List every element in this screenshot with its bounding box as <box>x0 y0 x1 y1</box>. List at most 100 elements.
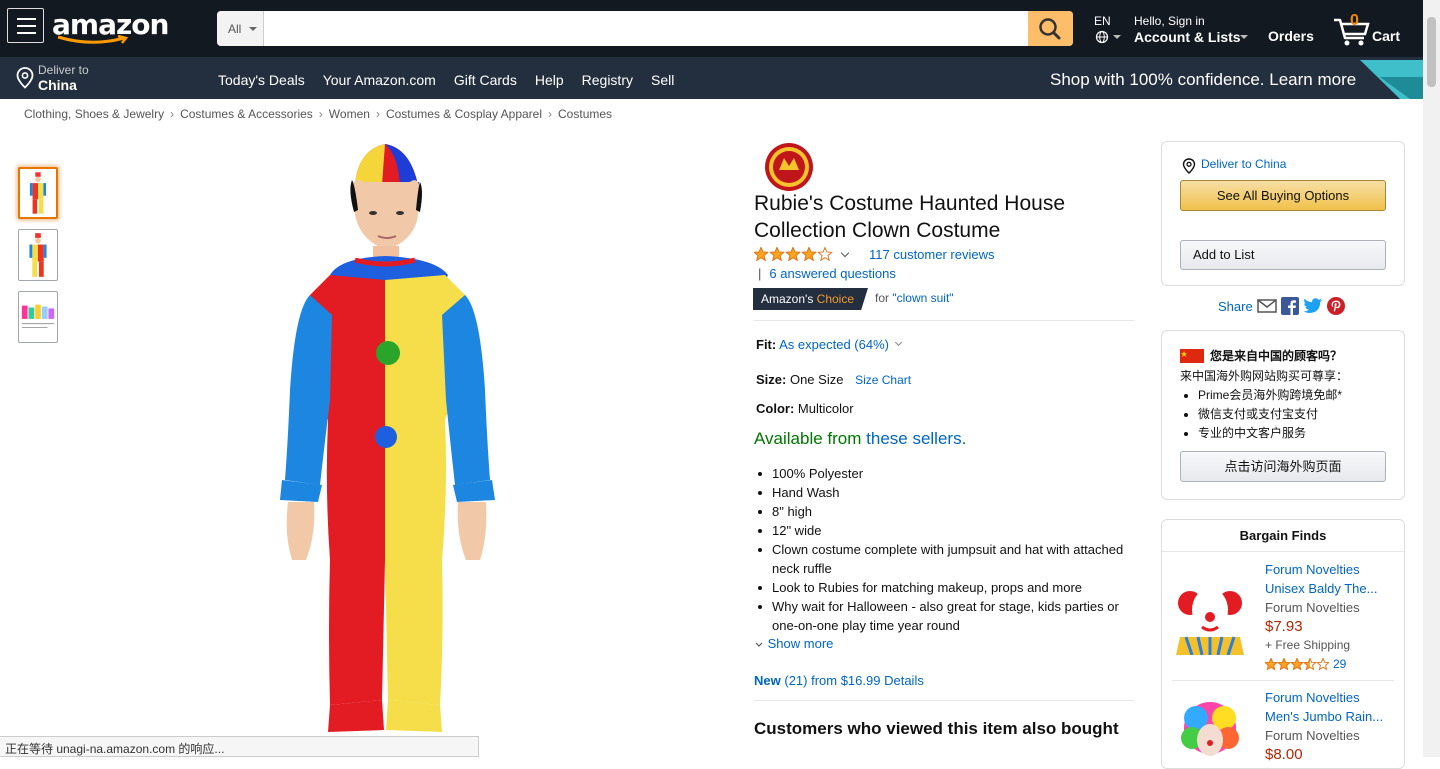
bargain-item-price: $7.93 <box>1265 618 1303 635</box>
nav-link-registry[interactable]: Registry <box>582 72 633 88</box>
star-icon <box>817 247 833 262</box>
new-offers[interactable]: New (21) from $16.99 Details <box>754 673 924 688</box>
bargain-item-info: Forum Novelties Unisex Baldy The... Foru… <box>1265 560 1395 674</box>
globe-icon[interactable] <box>1095 30 1109 44</box>
rainbow-wig-product-image[interactable] <box>1172 698 1248 769</box>
nav-link-gift-cards[interactable]: Gift Cards <box>454 72 517 88</box>
rubies-brand-logo[interactable] <box>764 142 814 192</box>
breadcrumb-item[interactable]: Costumes <box>558 107 612 121</box>
breadcrumb-item[interactable]: Women <box>329 107 370 121</box>
product-thumbnail[interactable] <box>18 167 58 219</box>
bargain-item-name-text[interactable]: Forum Novelties Men's Jumbo Rain... <box>1265 690 1383 724</box>
feature-bullet: 8" high <box>754 502 1134 521</box>
these-sellers-link[interactable]: these sellers <box>866 429 961 448</box>
search-input[interactable] <box>265 11 1027 46</box>
buybox: Deliver to China See All Buying Options … <box>1161 141 1405 286</box>
visit-overseas-shop-button[interactable]: 点击访问海外购页面 <box>1180 451 1386 482</box>
divider <box>754 320 1134 321</box>
bargain-item-name-text[interactable]: Forum Novelties Unisex Baldy The... <box>1265 562 1377 596</box>
customer-reviews-link[interactable]: 117 customer reviews <box>869 247 994 262</box>
star-fill-icon <box>770 247 784 262</box>
share-label: Share <box>1218 298 1253 314</box>
clown-wig-product-image[interactable] <box>1172 575 1248 655</box>
product-thumbnail[interactable] <box>18 291 58 343</box>
choice-word: Choice <box>816 292 855 306</box>
breadcrumb-separator: › <box>318 107 323 121</box>
size-info: Size: One Size Size Chart <box>756 372 911 387</box>
bargain-item-review-count: 29 <box>1333 657 1347 671</box>
bargain-item-name[interactable]: Forum Novelties Unisex Baldy The... <box>1265 560 1395 598</box>
star-fill-icon <box>802 247 816 262</box>
color-info: Color: Multicolor <box>756 401 854 416</box>
search-button[interactable] <box>1028 11 1073 46</box>
chevron-down-icon <box>1240 35 1248 39</box>
nav-link-sell[interactable]: Sell <box>651 72 674 88</box>
deliver-to-label: Deliver to <box>38 63 89 77</box>
breadcrumb-item[interactable]: Costumes & Accessories <box>180 107 313 121</box>
bargain-finds-title: Bargain Finds <box>1162 520 1404 552</box>
sub-nav: Deliver to China Today's Deals Your Amaz… <box>0 57 1423 99</box>
nav-link-todays-deals[interactable]: Today's Deals <box>218 72 305 88</box>
page-scrollbar[interactable] <box>1423 0 1440 757</box>
china-promo-list: Prime会员海外购跨境免邮* 微信支付或支付宝支付 专业的中文客户服务 <box>1180 386 1342 443</box>
pinterest-icon[interactable] <box>1326 297 1345 315</box>
details-link[interactable]: Details <box>884 673 924 688</box>
bargain-item-brand: Forum Novelties <box>1265 728 1360 743</box>
product-thumbnail[interactable] <box>18 229 58 281</box>
choice-query: for "clown suit" <box>875 291 954 305</box>
feature-bullet: Hand Wash <box>754 483 1134 502</box>
availability-prefix: Available from <box>754 429 862 448</box>
answered-questions-link[interactable]: 6 answered questions <box>769 266 895 281</box>
bargain-item-rating[interactable]: 29 <box>1265 655 1395 674</box>
star-fill-icon <box>1291 658 1303 671</box>
language-label[interactable]: EN <box>1094 14 1111 28</box>
color-value: Multicolor <box>797 401 854 416</box>
menu-icon[interactable] <box>7 8 44 43</box>
nav-links: Today's Deals Your Amazon.com Gift Cards… <box>218 72 674 88</box>
star-icon <box>1316 658 1329 671</box>
size-value: One Size <box>789 372 844 387</box>
clown-thumbnail-image <box>29 233 47 277</box>
star-fill-icon <box>1278 658 1290 671</box>
size-chart-link[interactable]: Size Chart <box>855 373 911 387</box>
amazon-smile-icon <box>57 35 129 44</box>
chevron-down-icon[interactable] <box>840 248 850 258</box>
cart-count: 0 <box>1350 12 1359 29</box>
clown-thumbnail-image <box>29 172 47 214</box>
fit-value-link[interactable]: As expected (64%) <box>779 337 889 352</box>
choice-for-label: for <box>875 291 890 305</box>
deliver-to-link[interactable]: Deliver to China <box>1201 157 1286 171</box>
promo-banner[interactable]: Shop with 100% confidence. Learn more <box>1050 70 1356 90</box>
account-menu[interactable]: Hello, Sign in Account & Lists <box>1134 14 1241 45</box>
choice-prefix: Amazon's <box>761 292 814 306</box>
account-greeting: Hello, Sign in <box>1134 14 1205 28</box>
fit-info: Fit: As expected (64%) <box>756 337 889 352</box>
nav-link-help[interactable]: Help <box>535 72 564 88</box>
breadcrumb-item[interactable]: Costumes & Cosplay Apparel <box>386 107 542 121</box>
search-category-dropdown[interactable]: All <box>217 11 264 46</box>
china-promo-item: 专业的中文客户服务 <box>1180 424 1342 443</box>
feature-bullet: 100% Polyester <box>754 464 1134 483</box>
amazons-choice-badge: Amazon's Choice <box>753 288 869 310</box>
nav-link-your-amazon[interactable]: Your Amazon.com <box>323 72 436 88</box>
star-rating[interactable] <box>754 247 834 262</box>
show-more-label: Show more <box>767 636 834 651</box>
answered-questions: | 6 answered questions <box>758 266 896 281</box>
add-to-list-button[interactable]: Add to List <box>1180 240 1386 270</box>
product-main-image <box>280 144 495 732</box>
account-lists-label: Account & Lists <box>1134 29 1241 45</box>
bargain-item-shipping: + Free Shipping <box>1265 638 1351 652</box>
orders-link[interactable]: Orders <box>1268 28 1314 44</box>
chevron-down-icon[interactable] <box>894 338 903 347</box>
bargain-item-name[interactable]: Forum Novelties Men's Jumbo Rain... <box>1265 688 1395 726</box>
see-all-buying-options-button[interactable]: See All Buying Options <box>1180 180 1386 211</box>
twitter-icon[interactable] <box>1303 298 1323 314</box>
email-icon[interactable] <box>1256 298 1277 314</box>
show-more-link[interactable]: Show more <box>754 636 833 651</box>
cart-button[interactable]: 0 Cart <box>1332 10 1412 50</box>
scrollbar-thumb[interactable] <box>1427 17 1436 87</box>
bargain-item: Forum Novelties Men's Jumbo Rain... Foru… <box>1162 688 1404 768</box>
breadcrumb-item[interactable]: Clothing, Shoes & Jewelry <box>24 107 164 121</box>
choice-query-link[interactable]: "clown suit" <box>892 291 953 305</box>
facebook-icon[interactable] <box>1280 297 1299 315</box>
